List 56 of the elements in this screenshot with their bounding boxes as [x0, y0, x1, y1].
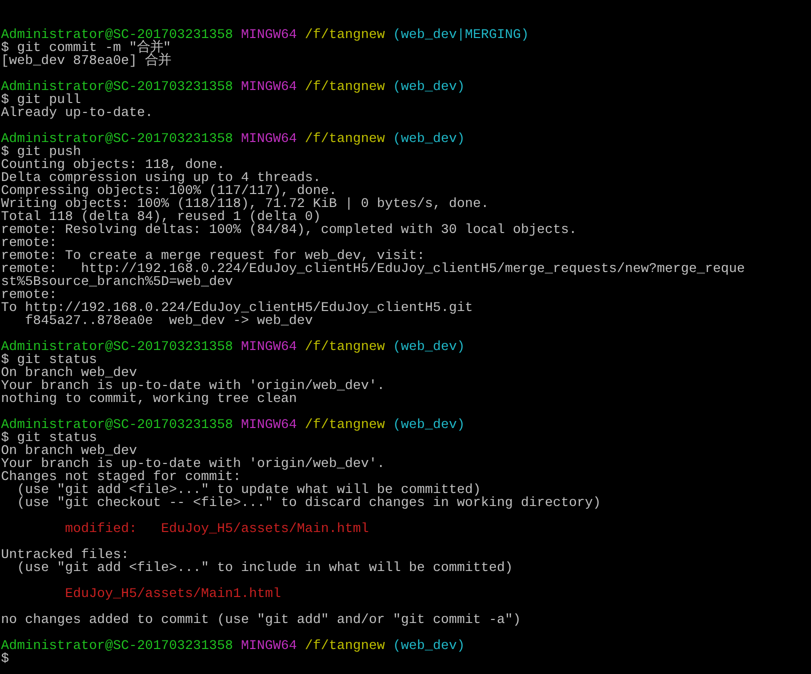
command-text: $ git push [1, 146, 81, 159]
output-text: remote: Resolving deltas: 100% (84/84), completed with 30 local objects. [1, 224, 577, 237]
prompt-user: Administrator@SC-201703231358 [1, 419, 233, 432]
prompt-path: /f/tangnew [304, 29, 385, 42]
output-text: Untracked files: [1, 549, 129, 562]
prompt-system: MINGW64 [240, 81, 297, 94]
prompt-branch: (web_dev) [392, 341, 465, 354]
output-text: remote: [1, 237, 57, 250]
command-text: $ git status [1, 432, 97, 445]
output-text: To http://192.168.0.224/EduJoy_clientH5/EduJoy_clientH5.git [1, 302, 473, 315]
output-text: remote: To create a merge request for web_dev, visit: [1, 250, 425, 263]
output-text: On branch web_dev [1, 367, 137, 380]
prompt-branch: (web_dev) [392, 419, 465, 432]
prompt-system: MINGW64 [240, 341, 297, 354]
output-text: Total 118 (delta 84), reused 1 (delta 0) [1, 211, 321, 224]
prompt-user: Administrator@SC-201703231358 [1, 133, 233, 146]
output-text: Already up-to-date. [1, 107, 153, 120]
prompt-branch: (web_dev) [392, 133, 465, 146]
prompt-branch: (web_dev|MERGING) [392, 29, 529, 42]
prompt-path: /f/tangnew [304, 640, 385, 653]
output-text: (use "git add <file>..." to include in what will be committed) [16, 562, 513, 575]
output-text: (use "git checkout -- <file>..." to discard changes in working directory) [16, 497, 601, 510]
output-text: Compressing objects: 100% (117/117), done. [1, 185, 337, 198]
prompt-system: MINGW64 [240, 29, 297, 42]
file-path-text: EduJoy_H5/assets/Main1.html [64, 588, 281, 601]
output-text: remote: http://192.168.0.224/EduJoy_clientH5/EduJoy_clientH5/merge_requests/new?merge_reque [1, 263, 745, 276]
output-text: (use "git add <file>..." to update what will be committed) [16, 484, 481, 497]
output-text: remote: [1, 289, 57, 302]
prompt-branch: (web_dev) [392, 81, 465, 94]
prompt-path: /f/tangnew [304, 419, 385, 432]
prompt-user: Administrator@SC-201703231358 [1, 640, 233, 653]
output-text: On branch web_dev [1, 445, 137, 458]
output-text: Writing objects: 100% (118/118), 71.72 KiB | 0 bytes/s, done. [1, 198, 489, 211]
command-text: $ git pull [1, 94, 81, 107]
output-text: Your branch is up-to-date with 'origin/web_dev'. [1, 380, 385, 393]
prompt-path: /f/tangnew [304, 341, 385, 354]
command-text: $ git status [1, 354, 97, 367]
command-text: $ [1, 653, 9, 666]
output-text: [web_dev 878ea0e] 合并 [1, 55, 171, 68]
output-text: st%5Bsource_branch%5D=web_dev [1, 276, 233, 289]
prompt-user: Administrator@SC-201703231358 [1, 341, 233, 354]
output-text: Your branch is up-to-date with 'origin/web_dev'. [1, 458, 385, 471]
output-text: no changes added to commit (use "git add" and/or "git commit -a") [1, 614, 521, 627]
prompt-system: MINGW64 [240, 640, 297, 653]
output-text: f845a27..878ea0e web_dev -> web_dev [24, 315, 313, 328]
output-text: Changes not staged for commit: [1, 471, 241, 484]
output-text: Delta compression using up to 4 threads. [1, 172, 321, 185]
prompt-path: /f/tangnew [304, 81, 385, 94]
file-path-text: modified: EduJoy_H5/assets/Main.html [64, 523, 369, 536]
prompt-branch: (web_dev) [392, 640, 465, 653]
prompt-user: Administrator@SC-201703231358 [1, 81, 233, 94]
prompt-path: /f/tangnew [304, 133, 385, 146]
output-text: nothing to commit, working tree clean [1, 393, 297, 406]
prompt-system: MINGW64 [240, 419, 297, 432]
prompt-system: MINGW64 [240, 133, 297, 146]
output-text: Counting objects: 118, done. [1, 159, 225, 172]
